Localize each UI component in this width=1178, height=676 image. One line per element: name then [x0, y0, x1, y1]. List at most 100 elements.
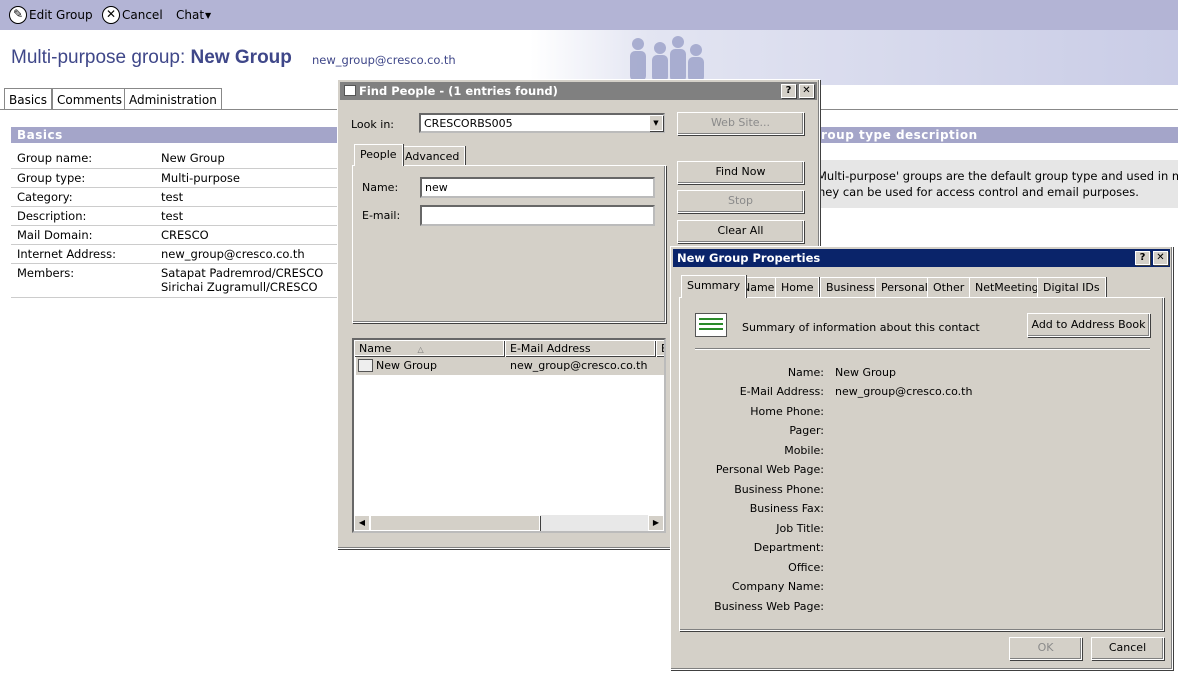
people-search-panel: Name: new E-mail: [352, 165, 666, 323]
dropdown-arrow-icon[interactable]: ▼ [649, 115, 663, 131]
row-label: Group name: [17, 151, 93, 165]
tab-other[interactable]: Other [927, 277, 971, 297]
chat-menu-button[interactable]: Chat ▼ [176, 5, 211, 25]
field-label: Personal Web Page: [715, 463, 824, 476]
field-value: New Group [835, 366, 896, 379]
column-header-email[interactable]: E-Mail Address [505, 340, 655, 356]
dropdown-arrow-icon: ▼ [205, 10, 212, 20]
row-value: Multi-purpose [161, 171, 240, 185]
tab-personal[interactable]: Personal [875, 277, 934, 297]
email-label: E-mail: [362, 209, 401, 222]
edit-group-label: Edit Group [29, 8, 93, 22]
field-label: Job Title: [776, 522, 824, 535]
row-value: test [161, 209, 184, 223]
field-label: Office: [788, 561, 824, 574]
scroll-left-icon[interactable]: ◀ [354, 515, 370, 531]
web-site-button[interactable]: Web Site... [677, 112, 804, 135]
cancel-button[interactable]: Cancel [1091, 637, 1164, 660]
close-button[interactable]: ✕ [799, 84, 814, 98]
row-label: Mail Domain: [17, 228, 93, 242]
field-label: Business Phone: [734, 483, 824, 496]
basics-row: Description: test [11, 207, 339, 226]
tab-business[interactable]: Business [820, 277, 881, 297]
name-input-value: new [425, 181, 448, 194]
tab-administration[interactable]: Administration [124, 88, 222, 110]
scrollbar-thumb[interactable] [370, 515, 540, 531]
group-properties-dialog: New Group Properties ? ✕ Summary Name Ho… [670, 246, 1173, 670]
ok-button[interactable]: OK [1009, 637, 1082, 660]
results-list: Name △ E-Mail Address E New Group new_gro… [352, 338, 666, 533]
group-type-section-header: roup type description [815, 127, 1178, 143]
field-label: Business Fax: [749, 502, 824, 515]
tab-comments[interactable]: Comments [52, 88, 128, 110]
field-label: E-Mail Address: [739, 385, 824, 398]
tab-summary[interactable]: Summary [681, 275, 747, 298]
tab-digital-ids[interactable]: Digital IDs [1037, 277, 1106, 297]
edit-group-button[interactable]: ✎ Edit Group [9, 5, 93, 25]
close-button[interactable]: ✕ [1153, 251, 1168, 265]
stop-button[interactable]: Stop [677, 190, 804, 213]
name-input[interactable]: new [420, 177, 655, 198]
basics-row: Internet Address: new_group@cresco.co.th [11, 245, 339, 264]
name-label: Name: [362, 181, 399, 194]
tab-people[interactable]: People [354, 144, 403, 166]
find-now-button[interactable]: Find Now [677, 161, 804, 184]
properties-titlebar[interactable]: New Group Properties [673, 249, 1170, 267]
look-in-select[interactable]: CRESCORBS005 ▼ [419, 113, 665, 133]
tab-home[interactable]: Home [775, 277, 820, 297]
find-people-titlebar[interactable]: Find People - (1 entries found) [340, 82, 817, 100]
properties-title: New Group Properties [677, 251, 821, 265]
cancel-button[interactable]: ✕ Cancel [102, 5, 163, 25]
column-header-extra[interactable]: E [656, 340, 664, 356]
basics-row: Mail Domain: CRESCO [11, 226, 339, 245]
page-title-name: New Group [190, 47, 292, 68]
row-value: CRESCO [161, 228, 209, 242]
row-value: test [161, 190, 184, 204]
row-value: Sirichai Zugramull/CRESCO [161, 280, 318, 294]
row-value: Satapat Padremrod/CRESCO [161, 266, 324, 280]
look-in-label: Look in: [351, 118, 394, 131]
horizontal-scrollbar[interactable]: ◀ ▶ [354, 515, 664, 531]
help-button[interactable]: ? [1135, 251, 1150, 265]
tab-basics[interactable]: Basics [4, 88, 53, 110]
basics-row: Group type: Multi-purpose [11, 169, 339, 188]
column-header-name[interactable]: Name △ [354, 340, 504, 356]
basics-row: Category: test [11, 188, 339, 207]
close-icon: ✕ [102, 6, 120, 24]
look-in-value: CRESCORBS005 [424, 117, 513, 130]
help-button[interactable]: ? [781, 84, 796, 98]
row-label: Group type: [17, 171, 86, 185]
chat-label: Chat [176, 8, 205, 22]
group-icon [358, 359, 373, 372]
tab-advanced[interactable]: Advanced [399, 146, 466, 166]
group-type-description-line: Multi-purpose' groups are the default gr… [817, 169, 1178, 183]
page-title-prefix: Multi-purpose group: [11, 47, 186, 68]
field-label: Name: [787, 366, 824, 379]
people-graphic-icon [630, 36, 704, 82]
field-label: Mobile: [784, 444, 824, 457]
row-label: Category: [17, 190, 73, 204]
email-input[interactable] [420, 205, 655, 226]
cancel-label: Cancel [122, 8, 163, 22]
page-title: Multi-purpose group: New Group [11, 47, 292, 69]
clear-all-button[interactable]: Clear All [677, 220, 804, 243]
contact-card-icon [695, 313, 727, 337]
summary-panel: Summary of information about this contac… [679, 297, 1164, 631]
group-type-description-line: hey can be used for access control and e… [818, 185, 1139, 199]
add-to-address-book-button[interactable]: Add to Address Book [1027, 313, 1150, 337]
sort-ascending-icon: △ [417, 345, 424, 354]
row-value: new_group@cresco.co.th [161, 247, 305, 261]
pencil-icon: ✎ [9, 6, 27, 24]
basics-section-header: Basics [11, 127, 339, 143]
row-label: Members: [17, 266, 75, 280]
result-email: new_group@cresco.co.th [510, 359, 648, 372]
table-row[interactable]: New Group new_group@cresco.co.th [356, 357, 664, 375]
scroll-right-icon[interactable]: ▶ [648, 515, 664, 531]
group-type-description-box: Multi-purpose' groups are the default gr… [815, 160, 1178, 208]
field-label: Business Web Page: [714, 600, 824, 613]
column-header-label: Name [359, 342, 392, 355]
field-label: Pager: [789, 424, 824, 437]
tab-netmeeting[interactable]: NetMeeting [969, 277, 1045, 297]
group-email: new_group@cresco.co.th [312, 53, 456, 67]
row-value: New Group [161, 151, 225, 165]
